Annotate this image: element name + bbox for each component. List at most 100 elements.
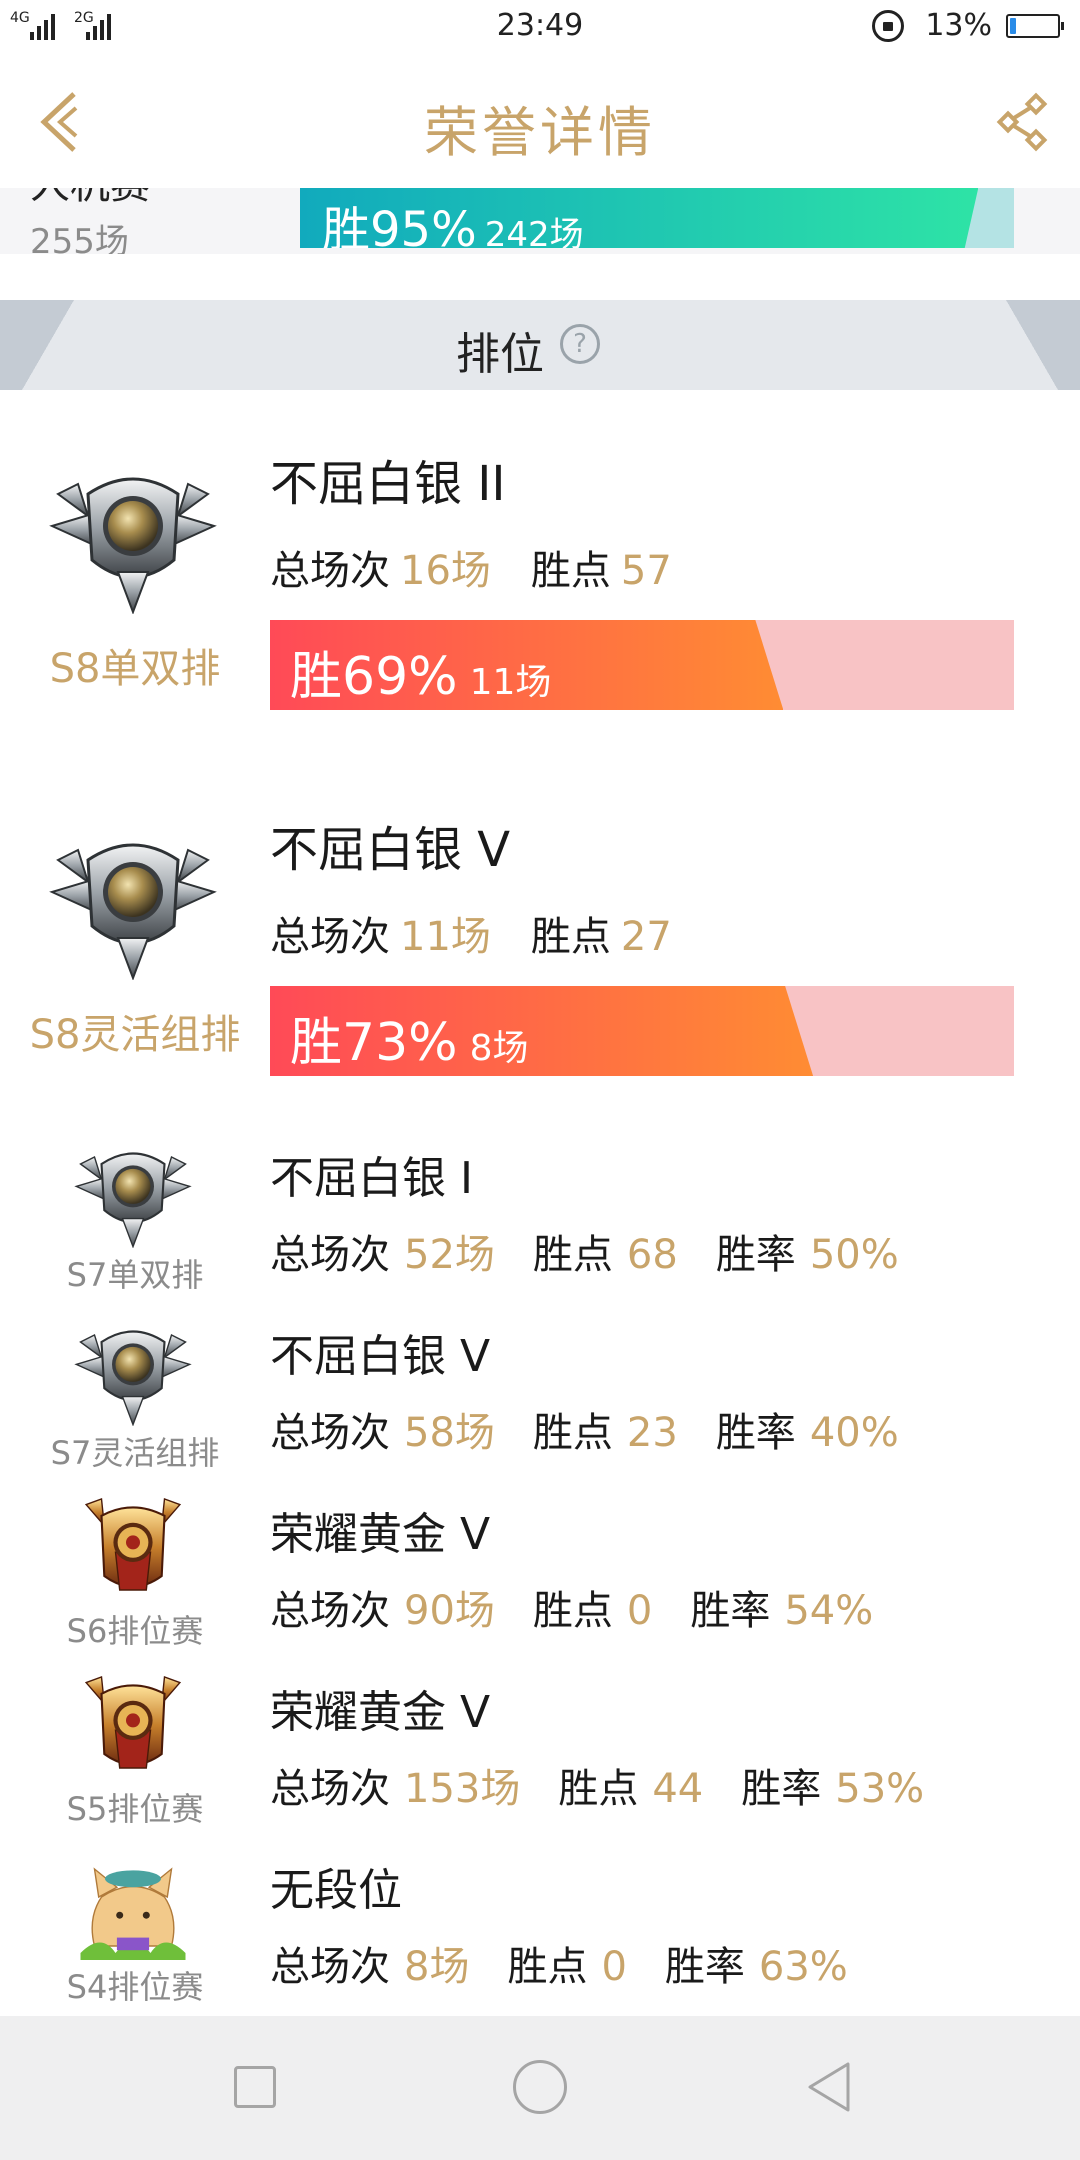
win-rate-bar: 胜95% 242场 [300, 188, 1014, 248]
battery-level [1010, 18, 1016, 34]
win-rate-bar: 胜73% 8场 [270, 986, 1014, 1076]
battery-percent: 13% [925, 8, 992, 43]
rate-value: 53% [835, 1766, 925, 1812]
stats-line: 总场次 90场 胜点 0 胜率 54% [270, 1578, 911, 1636]
rate-label: 胜率 [664, 1944, 745, 1990]
stats-line: 总场次 8场 胜点 0 胜率 63% [270, 1934, 886, 1992]
lock-rotation-icon [872, 10, 904, 42]
points-value: 68 [626, 1232, 678, 1278]
points-label: 胜点 [532, 1410, 613, 1456]
stats-line: 总场次 52场 胜点 68 胜率 50% [270, 1222, 937, 1280]
points-label: 胜点 [530, 914, 611, 960]
rank-card-s6[interactable]: S6排位赛 荣耀黄金 V 总场次 90场 胜点 0 胜率 54% [0, 1478, 1080, 1658]
stats-line: 总场次 153场 胜点 44 胜率 53% [270, 1756, 962, 1814]
rank-card-s8-flex[interactable]: S8灵活组排 不屈白银 V 总场次 11场 胜点 27 胜73% 8场 [0, 756, 1080, 1124]
win-pct: 胜95% [322, 202, 477, 248]
season-label: S8灵活组排 [29, 1012, 241, 1058]
gold-badge-icon [85, 1497, 181, 1592]
app-header: 荣誉详情 [0, 52, 1080, 189]
rank-name: 荣耀黄金 V [270, 1509, 491, 1560]
points-label: 胜点 [558, 1766, 639, 1812]
total-value: 58场 [404, 1410, 495, 1456]
total-value: 153场 [404, 1766, 521, 1812]
silver-badge-icon [75, 1330, 191, 1426]
win-rate-bar: 胜69% 11场 [270, 620, 1014, 710]
share-icon [996, 92, 1048, 152]
points-value: 0 [626, 1588, 653, 1634]
gold-badge-icon [85, 1675, 181, 1770]
rank-card-s5[interactable]: S5排位赛 荣耀黄金 V 总场次 153场 胜点 44 胜率 53% [0, 1656, 1080, 1836]
rate-value: 40% [809, 1410, 899, 1456]
total-label: 总场次 [270, 548, 390, 594]
rate-label: 胜率 [715, 1410, 796, 1456]
points-label: 胜点 [532, 1232, 613, 1278]
total-value: 11场 [400, 914, 491, 960]
season-label: S6排位赛 [66, 1612, 204, 1650]
total-value: 16场 [400, 548, 491, 594]
rank-card-s7-flex[interactable]: S7灵活组排 不屈白银 V 总场次 58场 胜点 23 胜率 40% [0, 1300, 1080, 1480]
win-count: 8场 [469, 1028, 529, 1069]
win-count: 242场 [484, 215, 584, 248]
total-value: 52场 [404, 1232, 495, 1278]
partial-row-bot-match[interactable]: 人机赛 255场 胜95%242场 [0, 188, 1080, 254]
unranked-avatar-icon [79, 1868, 187, 1960]
stats-line: 总场次 58场 胜点 23 胜率 40% [270, 1400, 937, 1458]
season-label: S5排位赛 [66, 1790, 204, 1828]
rank-name: 不屈白银 V [270, 822, 511, 878]
share-button[interactable] [994, 92, 1054, 152]
stats-line: 总场次 11场 胜点 27 [270, 904, 712, 962]
back-triangle-icon[interactable] [806, 2060, 854, 2114]
points-label: 胜点 [507, 1944, 588, 1990]
silver-badge-icon [75, 1152, 191, 1248]
total-label: 总场次 [270, 914, 390, 960]
section-title-text: 排位 [456, 329, 544, 380]
points-value: 44 [652, 1766, 704, 1812]
win-pct: 胜73% [290, 1013, 458, 1073]
win-count: 11场 [469, 662, 552, 703]
points-value: 23 [626, 1410, 678, 1456]
total-label: 总场次 [270, 1766, 390, 1812]
battery-icon [1006, 14, 1064, 38]
rate-label: 胜率 [741, 1766, 822, 1812]
system-nav-bar [0, 2016, 1080, 2160]
win-rate-label: 胜73% 8场 [290, 1000, 529, 1075]
help-icon[interactable]: ? [560, 324, 600, 364]
win-rate-label: 胜69% 11场 [290, 634, 551, 709]
status-bar: 4G 2G 23:49 13% [0, 0, 1080, 52]
rank-card-s4[interactable]: S4排位赛 无段位 总场次 8场 胜点 0 胜率 63% [0, 1834, 1080, 2012]
win-rate-label: 胜95% 242场 [322, 190, 584, 248]
points-value: 57 [620, 548, 672, 594]
total-label: 总场次 [270, 1410, 390, 1456]
season-label: S8单双排 [49, 646, 221, 692]
rate-value: 63% [758, 1944, 848, 1990]
rate-label: 胜率 [715, 1232, 796, 1278]
season-label: S7灵活组排 [50, 1434, 220, 1472]
win-pct: 胜69% [290, 647, 458, 707]
mode-name: 人机赛 [30, 188, 150, 210]
total-value: 90场 [404, 1588, 495, 1634]
silver-badge-icon [50, 477, 216, 614]
season-label: S7单双排 [66, 1256, 204, 1294]
rank-name: 不屈白银 I [270, 1153, 473, 1204]
points-value: 0 [601, 1944, 627, 1990]
points-value: 27 [620, 914, 672, 960]
page-title: 荣誉详情 [424, 101, 656, 164]
rank-name: 荣耀黄金 V [270, 1687, 491, 1738]
total-value: 8场 [404, 1944, 470, 1990]
total-label: 总场次 [270, 1944, 390, 1990]
home-circle-icon[interactable] [513, 2060, 567, 2114]
silver-badge-icon [50, 843, 216, 980]
rate-label: 胜率 [690, 1588, 771, 1634]
rank-card-s8-solo[interactable]: S8单双排 不屈白银 II 总场次 16场 胜点 57 胜69% 11场 [0, 390, 1080, 758]
mode-total: 255场 [30, 222, 129, 254]
rank-name: 不屈白银 V [270, 1331, 491, 1382]
season-label: S4排位赛 [66, 1968, 204, 2006]
rank-name: 不屈白银 II [270, 456, 506, 512]
recents-square-icon[interactable] [234, 2066, 276, 2108]
rate-value: 54% [784, 1588, 874, 1634]
points-label: 胜点 [530, 548, 611, 594]
status-clock: 23:49 [496, 8, 584, 43]
total-label: 总场次 [270, 1588, 390, 1634]
section-title: 排位 [0, 318, 1080, 382]
rank-card-s7-solo[interactable]: S7单双排 不屈白银 I 总场次 52场 胜点 68 胜率 50% [0, 1122, 1080, 1302]
